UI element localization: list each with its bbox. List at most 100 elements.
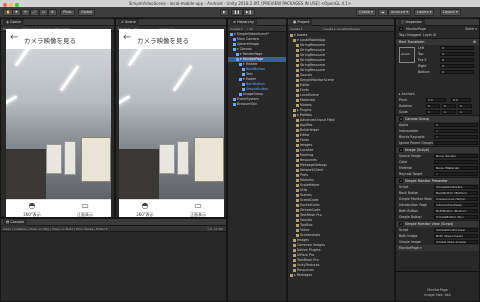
folder-icon — [296, 43, 299, 47]
scale-z-field[interactable]: 1 — [458, 110, 472, 114]
image-component-body: Source Image None (Sprite) Color Material No… — [396, 153, 479, 177]
scale-x-field[interactable]: 1 — [426, 110, 440, 114]
pause-button[interactable]: ❚❚ — [231, 9, 243, 16]
rect-transform-header[interactable]: Rect Transform ⚙ — [396, 38, 479, 45]
hierarchy-item[interactable]: BrowserSkin — [228, 102, 286, 107]
project-item-label: ▸ Packages — [294, 273, 313, 277]
canvas-group-header[interactable]: ✓ Canvas Group — [396, 115, 479, 122]
property-field[interactable]: BothButton (Button) — [434, 209, 478, 213]
project-item-label: ▾ LocalMobileApp — [297, 38, 326, 42]
property-field[interactable]: 1 — [434, 123, 478, 127]
property-field[interactable]: SimpleMonitorPre — [434, 185, 478, 189]
layout-dropdown[interactable]: Layout ▾ — [440, 9, 461, 16]
gameobject-icon — [233, 102, 236, 106]
rect-value-field[interactable]: 0 — [440, 46, 474, 50]
rect-value-field[interactable]: 0 — [440, 70, 474, 74]
360-view-button[interactable]: ◓ 360°表示 — [119, 200, 171, 217]
presenter-script-header[interactable]: ✓ Simple Monitor Presenter — [396, 177, 479, 184]
scale-y-field[interactable]: 1 — [442, 110, 456, 114]
canvas-group-body: Alpha 1 Interactable ✓ Blocks Raycasts ✓ Ignor… — [396, 122, 479, 146]
folder-icon — [296, 83, 299, 87]
property-field[interactable] — [434, 141, 478, 145]
pivot-x-field[interactable]: 0.5 — [426, 98, 446, 102]
rect-tool-button[interactable]: ▭ — [39, 9, 49, 16]
active-checkbox[interactable]: ✓ — [399, 27, 403, 31]
front-view-button[interactable]: ▭ 正面表示 — [59, 200, 111, 217]
layers-dropdown[interactable]: Layers ▾ — [414, 9, 435, 16]
global-toggle[interactable]: Global — [78, 9, 96, 16]
rect-value-field[interactable]: 0 — [440, 64, 474, 68]
tab-game[interactable]: ◉ Game — [3, 19, 24, 26]
image-preview: MonitorPage Image Size: 0x0 — [396, 271, 479, 301]
inspector-footer[interactable]: MonitorPage ▾ — [396, 245, 479, 251]
hierarchy-search-input[interactable]: All — [249, 27, 253, 31]
step-button[interactable]: ▶❚ — [243, 9, 255, 16]
zoom-window-button[interactable] — [15, 2, 19, 7]
canvas-group-checkbox[interactable]: ✓ — [399, 117, 403, 121]
back-arrow-icon[interactable]: ← — [10, 33, 18, 43]
anchor-preset-button[interactable]: stretch — [399, 47, 415, 63]
property-field[interactable]: None (Material) — [434, 166, 478, 170]
pivot-y-field[interactable]: 0.5 — [451, 98, 471, 102]
front-view-button[interactable]: ▭ 正面表示 — [172, 200, 224, 217]
search-icon[interactable]: ⌕ — [246, 27, 248, 31]
account-dropdown[interactable]: Account ▾ — [388, 9, 412, 16]
clear-on-play-button[interactable]: Clear on Play — [29, 227, 49, 231]
rect-value-field[interactable]: 0 — [440, 58, 474, 62]
play-button[interactable]: ▶ — [220, 9, 229, 16]
hierarchy-create-dropdown[interactable]: Create ▾ — [230, 27, 242, 31]
property-field[interactable]: ✓ — [434, 135, 478, 139]
view-checkbox[interactable]: ✓ — [399, 222, 403, 226]
layer-dropdown[interactable]: UI — [433, 33, 436, 37]
property-field[interactable]: IntroductionPage — [434, 203, 478, 207]
scale-tool-button[interactable]: ⤢ — [30, 9, 39, 16]
property-label: Raycast Target — [399, 172, 423, 176]
object-name-field[interactable]: MonitorPage — [406, 27, 426, 31]
property-field[interactable] — [434, 160, 478, 164]
close-window-button[interactable] — [3, 2, 7, 7]
project-item[interactable]: ▸ Packages — [288, 273, 394, 278]
property-field[interactable]: ✓ — [434, 129, 478, 133]
editor-dropdown[interactable]: Editor ▾ — [96, 227, 107, 231]
property-field[interactable]: None (Sprite) — [434, 154, 478, 158]
property-field[interactable]: ImageGroup (Simp) — [434, 197, 478, 201]
property-field[interactable]: ✓ — [434, 172, 478, 176]
tag-dropdown[interactable]: Untagged — [405, 33, 421, 37]
presenter-script-body: Script SimpleMonitorPre Back Button BackBut… — [396, 184, 479, 220]
collab-dropdown[interactable]: Collab ▾ — [356, 9, 376, 16]
transform-tool-button[interactable]: ⊕ — [48, 9, 57, 16]
property-field[interactable]: Simple (Raw Image) — [434, 240, 478, 244]
rect-value-field[interactable]: 0 — [440, 52, 474, 56]
minimize-window-button[interactable] — [9, 2, 13, 7]
rotation-x-field[interactable]: 0 — [426, 104, 440, 108]
back-arrow-icon[interactable]: ← — [123, 33, 131, 43]
pivot-toggle[interactable]: Pivot — [60, 9, 75, 16]
project-create-dropdown[interactable]: Create ▾ — [290, 27, 302, 31]
clear-button[interactable]: Clear — [3, 227, 11, 231]
property-field[interactable]: SimpleButton (Bu) — [434, 215, 478, 219]
property-field[interactable]: BackButton (Button) — [434, 191, 478, 195]
image-checkbox[interactable]: ✓ — [399, 148, 403, 152]
360-view-button[interactable]: ◓ 360°表示 — [6, 200, 58, 217]
tab-project[interactable]: ▣ Project — [290, 19, 313, 26]
error-pause-button[interactable]: Error Pause — [76, 227, 93, 231]
tab-console[interactable]: ▤ Console — [3, 219, 28, 226]
image-component-header[interactable]: ✓ Image (Script) — [396, 146, 479, 153]
move-tool-button[interactable]: ✥ — [12, 9, 21, 16]
rotate-tool-button[interactable]: ⟳ — [21, 9, 30, 16]
clear-on-build-button[interactable]: Clear on Build — [52, 227, 73, 231]
tab-hierarchy[interactable]: ≡ Hierarchy — [230, 19, 257, 26]
tab-inspector[interactable]: ⓘ Inspector — [398, 19, 425, 26]
view-script-header[interactable]: ✓ Simple Monitor View (Script) — [396, 220, 479, 227]
rotation-z-field[interactable]: 0 — [458, 104, 472, 108]
project-item-label: Models — [300, 103, 312, 107]
presenter-checkbox[interactable]: ✓ — [399, 179, 403, 183]
folder-icon — [293, 248, 296, 252]
collapse-button[interactable]: Collapse — [14, 227, 27, 231]
property-field[interactable]: SimpleMonitorView — [434, 228, 478, 232]
tab-scene[interactable]: # Scene — [118, 19, 139, 26]
rotation-y-field[interactable]: 0 — [442, 104, 456, 108]
property-label: Both Button — [399, 209, 419, 213]
property-field[interactable]: Both (Raw Image) — [434, 234, 478, 238]
cloud-icon[interactable]: ☁ — [378, 9, 388, 16]
